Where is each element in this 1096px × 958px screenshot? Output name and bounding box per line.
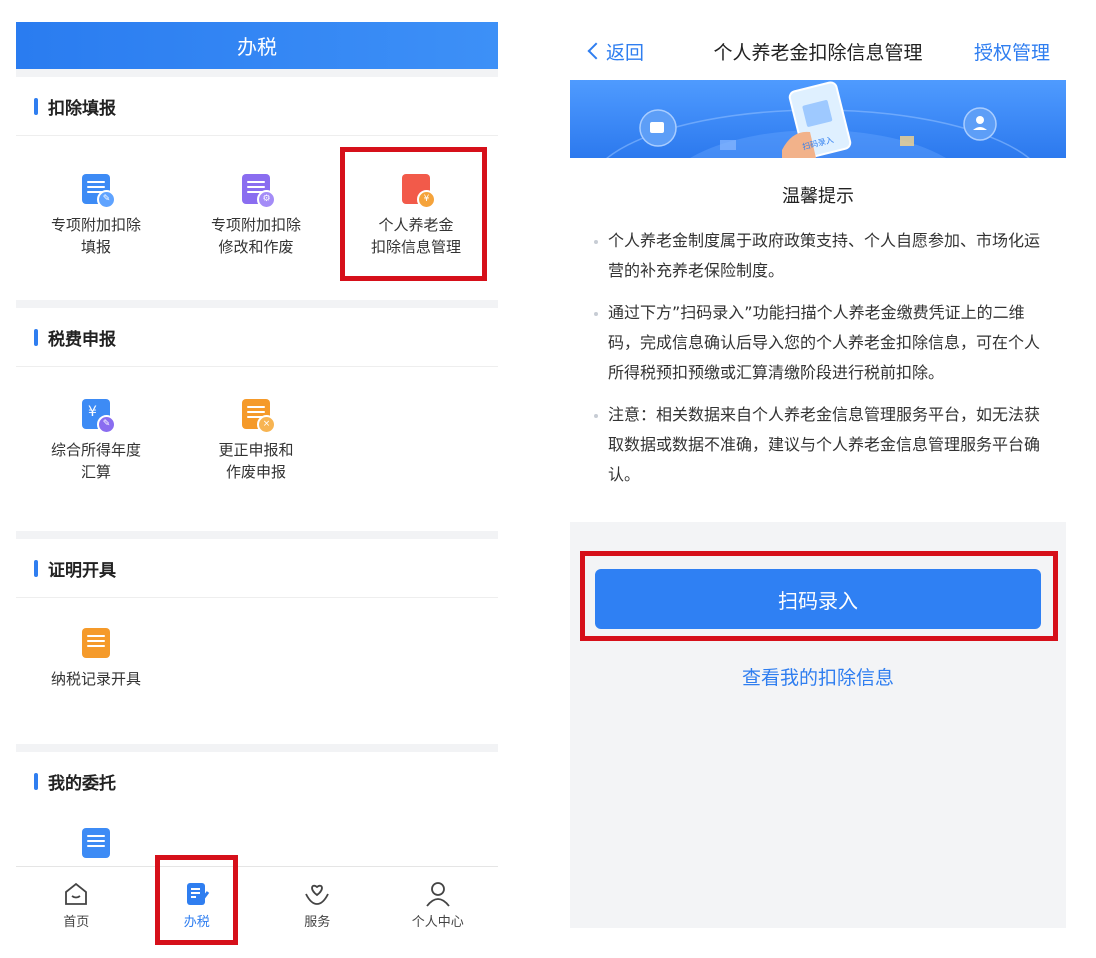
special-deduction-modify[interactable]: ⚙ 专项附加扣除 修改和作废 bbox=[176, 174, 336, 258]
cancel-doc-icon: × bbox=[242, 399, 276, 434]
correct-cancel-declaration[interactable]: × 更正申报和作废申报 bbox=[176, 399, 336, 483]
nav-bar: 返回 个人养老金扣除信息管理 授权管理 bbox=[570, 22, 1066, 80]
section-marker bbox=[34, 559, 38, 577]
item-label: 纳税记录开具 bbox=[50, 670, 141, 688]
tab-label: 服务 bbox=[304, 914, 331, 930]
form-settings-icon: ⚙ bbox=[242, 174, 276, 209]
tip-item: 通过下方”扫码录入”功能扫描个人养老金缴费凭证上的二维码，完成信息确认后导入您的… bbox=[594, 298, 1042, 388]
section-label: 扣除填报 bbox=[48, 98, 116, 119]
annual-settlement[interactable]: ¥ ✎ 综合所得年度 汇算 bbox=[16, 399, 176, 483]
tips-card: 温馨提示 个人养老金制度属于政府政策支持、个人自愿参加、市场化运营的补充养老保险… bbox=[570, 158, 1066, 522]
section-label: 税费申报 bbox=[48, 329, 116, 350]
tip-item: 注意：相关数据来自个人养老金信息管理服务平台，如无法获取数据或数据不准确，建议与… bbox=[594, 400, 1042, 490]
form-edit-icon: ✎ bbox=[82, 174, 116, 209]
certificate-grid: 纳税记录开具 bbox=[16, 598, 498, 744]
tax-record-issue[interactable]: 纳税记录开具 bbox=[16, 628, 176, 690]
divider bbox=[16, 531, 498, 539]
item-label: 修改和作废 bbox=[218, 238, 294, 256]
declaration-grid: ¥ ✎ 综合所得年度 汇算 × 更正申报和作废申报 bbox=[16, 367, 498, 531]
tab-label: 首页 bbox=[63, 914, 90, 930]
chevron-left-icon bbox=[587, 42, 605, 60]
divider bbox=[16, 69, 498, 77]
divider bbox=[16, 744, 498, 752]
highlight-scan-button bbox=[580, 551, 1058, 641]
item-label: 填报 bbox=[80, 238, 111, 256]
section-title-certificate: 证明开具 bbox=[16, 539, 498, 598]
delegate-doc-icon bbox=[82, 828, 110, 858]
item-label: 更正申报和 bbox=[218, 441, 294, 459]
section-title-deduction: 扣除填报 bbox=[16, 77, 498, 136]
back-button[interactable]: 返回 bbox=[587, 38, 645, 65]
user-icon bbox=[426, 881, 450, 907]
section-title-delegation: 我的委托 bbox=[16, 752, 498, 810]
view-deduction-info-link[interactable]: 查看我的扣除信息 bbox=[570, 663, 1066, 690]
tips-title: 温馨提示 bbox=[782, 186, 854, 207]
service-heart-icon bbox=[305, 884, 330, 905]
record-doc-icon bbox=[82, 628, 110, 658]
highlight-tax-tab bbox=[155, 855, 238, 945]
item-label: 专项附加扣除 bbox=[50, 216, 141, 234]
home-icon bbox=[65, 882, 88, 905]
item-label: 汇算 bbox=[80, 463, 111, 481]
yuan-doc-icon: ¥ ✎ bbox=[82, 399, 116, 434]
header-title: 办税 bbox=[16, 22, 498, 69]
section-title-declaration: 税费申报 bbox=[16, 308, 498, 367]
item-label: 作废申报 bbox=[225, 463, 286, 481]
section-label: 证明开具 bbox=[48, 560, 116, 581]
authorization-button[interactable]: 授权管理 bbox=[974, 38, 1050, 65]
delegation-grid bbox=[16, 810, 498, 870]
section-marker bbox=[34, 328, 38, 346]
section-marker bbox=[34, 772, 38, 790]
tab-label: 个人中心 bbox=[411, 914, 464, 930]
section-marker bbox=[34, 97, 38, 115]
banner-image: 扫码录入 bbox=[570, 80, 1066, 158]
section-label: 我的委托 bbox=[48, 773, 116, 794]
tab-profile[interactable]: 个人中心 bbox=[378, 867, 499, 942]
back-label: 返回 bbox=[606, 41, 645, 64]
special-deduction-fill[interactable]: ✎ 专项附加扣除 填报 bbox=[16, 174, 176, 258]
delegation-item[interactable] bbox=[16, 828, 176, 858]
item-label: 专项附加扣除 bbox=[210, 216, 301, 234]
highlight-pension-item bbox=[340, 147, 487, 281]
bottom-tab-bar: 首页 办税 服务 个人中心 bbox=[16, 866, 498, 942]
pension-deduction-screen: 返回 个人养老金扣除信息管理 授权管理 扫码录入 温馨提示 个人养老金制度属于政… bbox=[570, 22, 1066, 928]
tip-item: 个人养老金制度属于政府政策支持、个人自愿参加、市场化运营的补充养老保险制度。 bbox=[594, 226, 1042, 286]
tab-home[interactable]: 首页 bbox=[16, 867, 137, 942]
tab-service[interactable]: 服务 bbox=[257, 867, 378, 942]
divider bbox=[16, 300, 498, 308]
item-label: 综合所得年度 bbox=[50, 441, 141, 459]
